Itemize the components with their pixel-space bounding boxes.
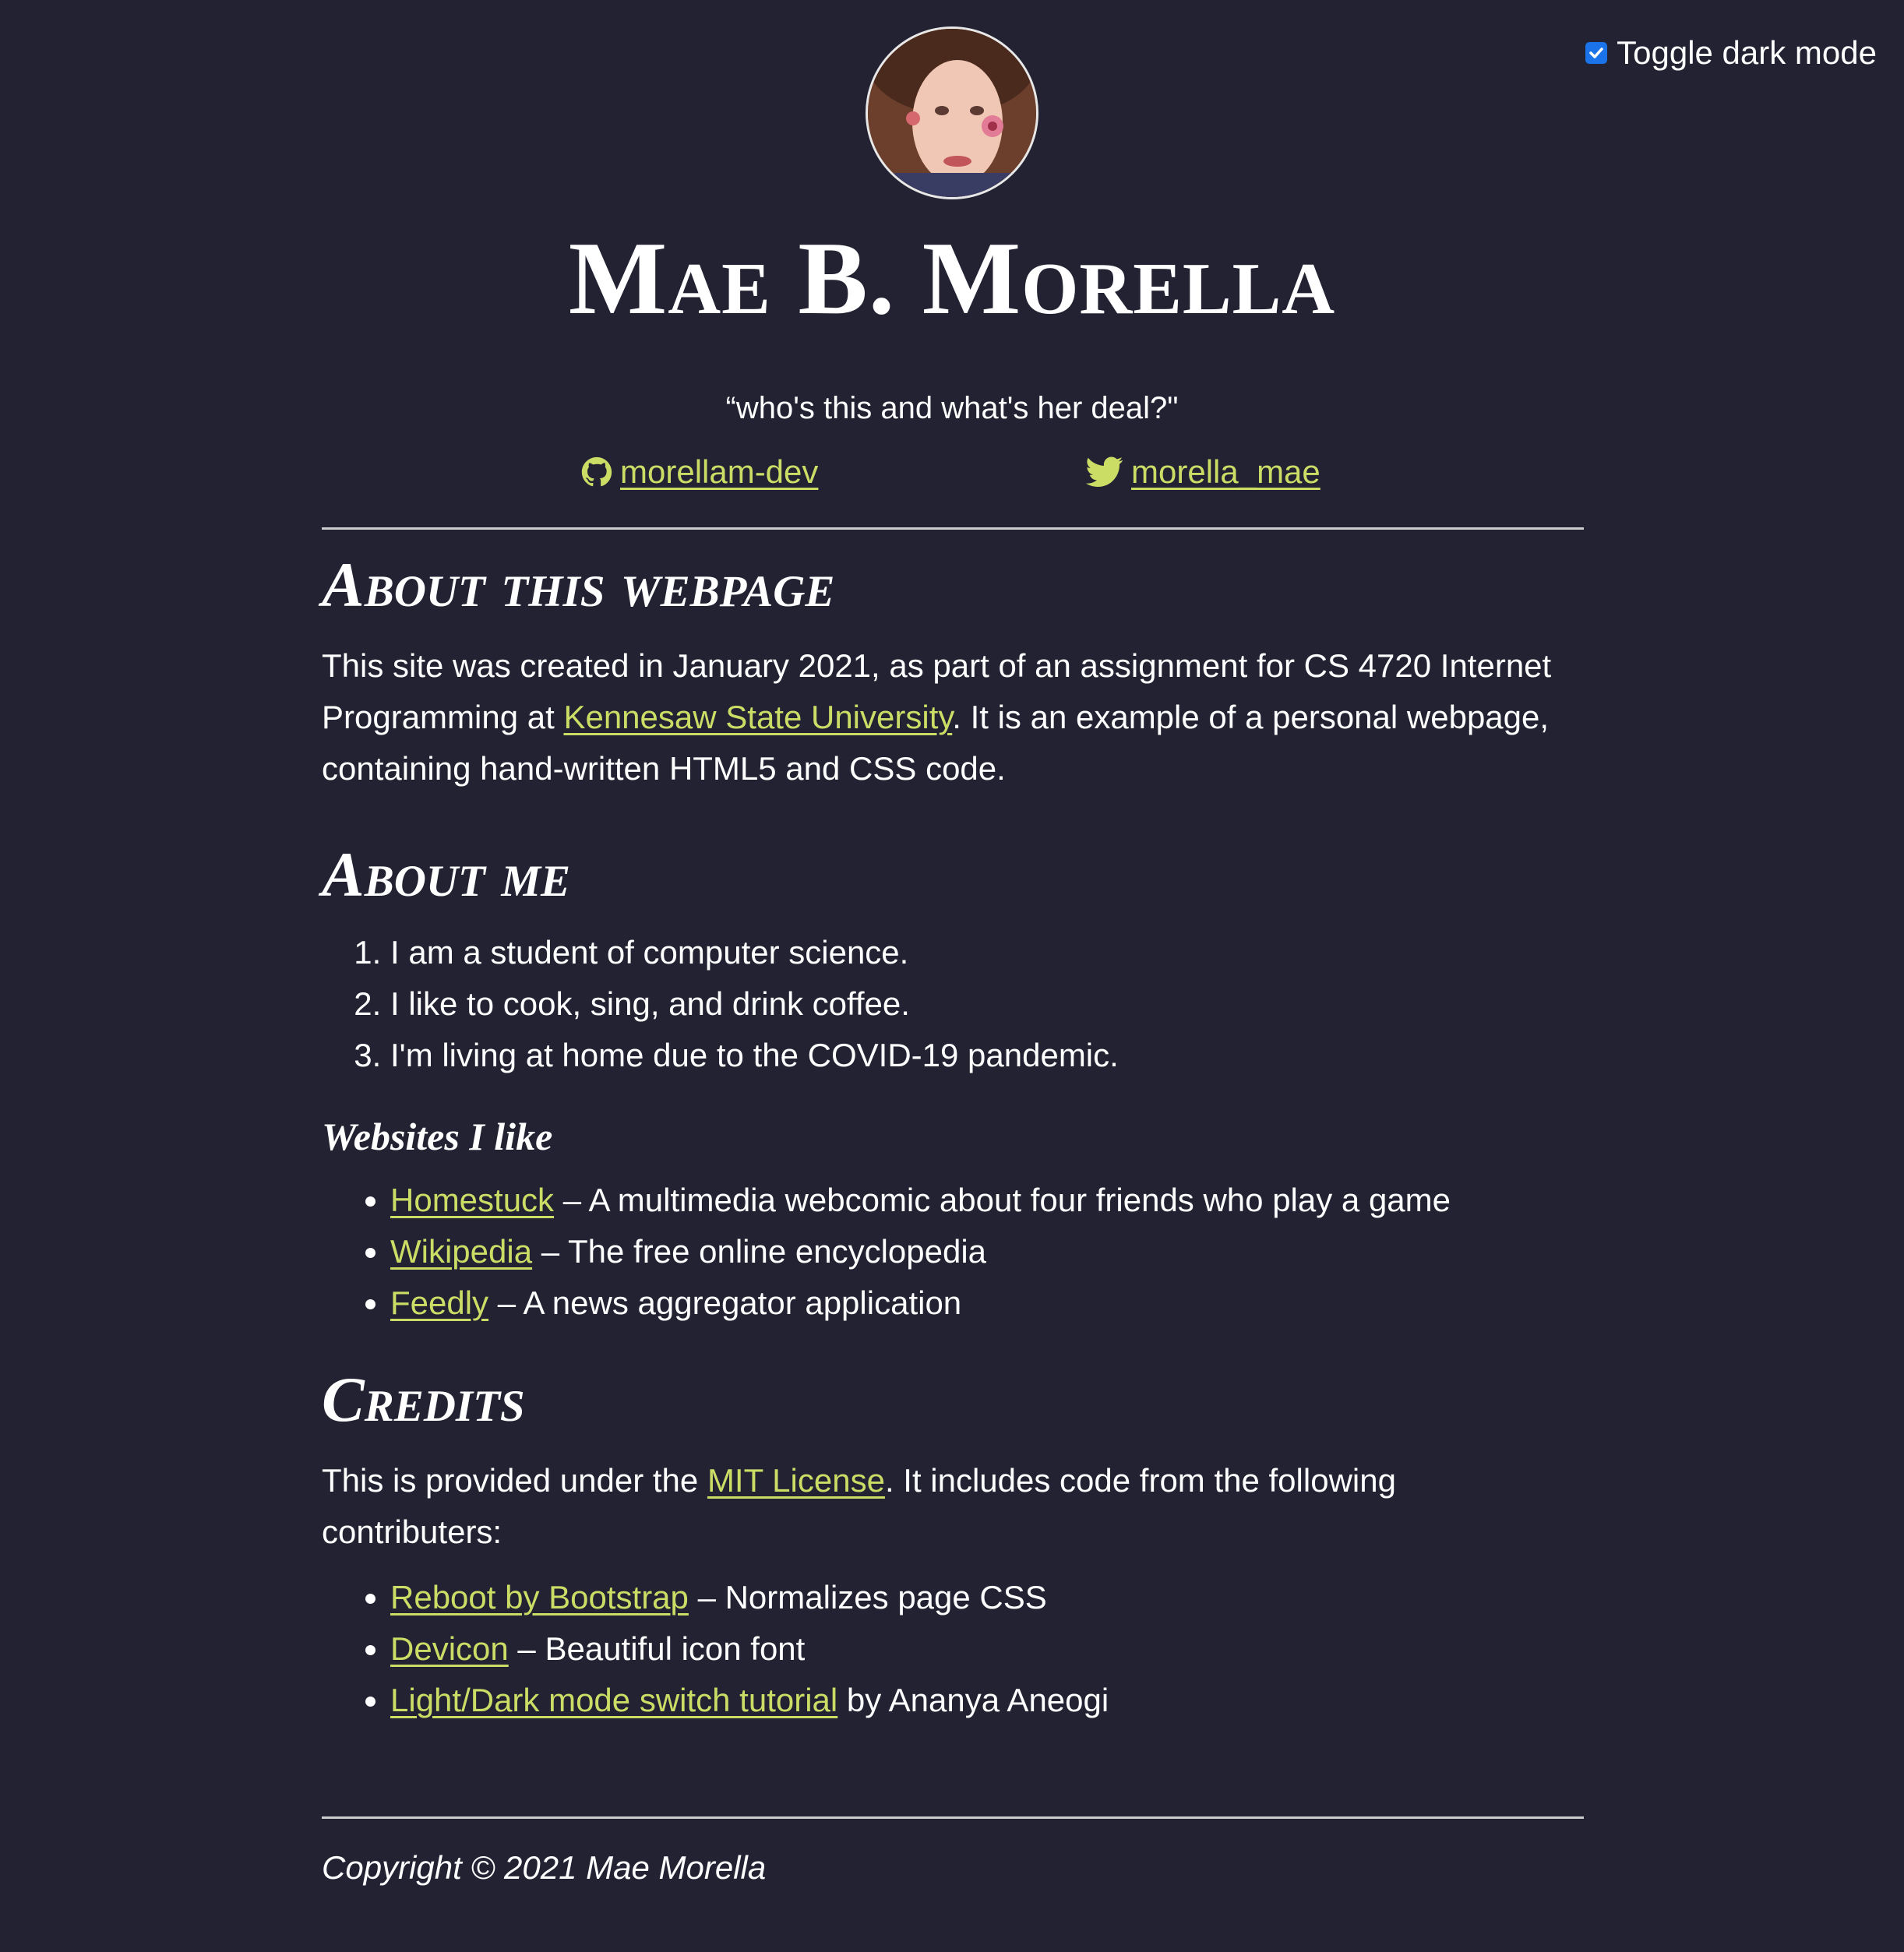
credits-text-1: This is provided under the xyxy=(322,1462,707,1499)
list-item: Homestuck – A multimedia webcomic about … xyxy=(390,1175,1584,1226)
tagline: “who's this and what's her deal?" xyxy=(725,391,1179,425)
wikipedia-link[interactable]: Wikipedia xyxy=(390,1233,532,1270)
avatar xyxy=(866,26,1038,199)
main-content: About this webpage This site was created… xyxy=(322,537,1584,1726)
social-links: morellam-dev morella_mae xyxy=(0,453,1904,500)
about-me-section: About me I am a student of computer scie… xyxy=(322,843,1584,1081)
portrait-image xyxy=(868,29,1036,197)
list-item: I like to cook, sing, and drink coffee. xyxy=(390,978,1584,1030)
list-item: I'm living at home due to the COVID-19 p… xyxy=(390,1030,1584,1081)
homestuck-link[interactable]: Homestuck xyxy=(390,1182,554,1218)
about-webpage-section: About this webpage This site was created… xyxy=(322,553,1584,795)
list-item: Devicon – Beautiful icon font xyxy=(390,1623,1584,1675)
github-icon xyxy=(581,456,612,487)
mit-license-link[interactable]: MIT License xyxy=(707,1462,885,1499)
reboot-link[interactable]: Reboot by Bootstrap xyxy=(390,1579,689,1616)
kennesaw-link[interactable]: Kennesaw State University xyxy=(563,699,952,735)
feedly-desc: – A news aggregator application xyxy=(488,1284,962,1321)
twitter-label: morella_mae xyxy=(1131,453,1320,490)
websites-heading: Websites I like xyxy=(322,1115,553,1158)
credits-text: This is provided under the MIT License. … xyxy=(322,1455,1584,1558)
credits-heading: Credits xyxy=(322,1364,525,1435)
feedly-link[interactable]: Feedly xyxy=(390,1284,488,1321)
homestuck-desc: – A multimedia webcomic about four frien… xyxy=(554,1182,1451,1218)
twitter-link[interactable]: morella_mae xyxy=(1086,453,1320,491)
page-header: Mae B. Morella “who's this and what's he… xyxy=(0,26,1904,426)
github-link[interactable]: morellam-dev xyxy=(581,453,818,491)
dark-mode-tutorial-link[interactable]: Light/Dark mode switch tutorial xyxy=(390,1682,837,1718)
copyright-text: Copyright © 2021 Mae Morella xyxy=(322,1849,767,1886)
list-item: I am a student of computer science. xyxy=(390,927,1584,978)
github-label: morellam-dev xyxy=(620,453,819,490)
list-item: Light/Dark mode switch tutorial by Anany… xyxy=(390,1675,1584,1726)
credits-list: Reboot by Bootstrap – Normalizes page CS… xyxy=(322,1572,1584,1726)
websites-section: Websites I like Homestuck – A multimedia… xyxy=(322,1117,1584,1329)
about-webpage-heading: About this webpage xyxy=(322,549,835,620)
list-item: Reboot by Bootstrap – Normalizes page CS… xyxy=(390,1572,1584,1623)
list-item: Wikipedia – The free online encyclopedia xyxy=(390,1226,1584,1277)
footer-divider xyxy=(322,1816,1584,1819)
twitter-icon xyxy=(1086,456,1123,487)
credits-section: Credits This is provided under the MIT L… xyxy=(322,1368,1584,1726)
dark-mode-tutorial-desc: by Ananya Aneogi xyxy=(837,1682,1109,1718)
websites-list: Homestuck – A multimedia webcomic about … xyxy=(322,1175,1584,1329)
devicon-link[interactable]: Devicon xyxy=(390,1630,509,1667)
header-divider xyxy=(322,527,1584,530)
about-me-heading: About me xyxy=(322,839,571,910)
wikipedia-desc: – The free online encyclopedia xyxy=(532,1233,987,1270)
page-title: Mae B. Morella xyxy=(568,220,1336,336)
reboot-desc: – Normalizes page CSS xyxy=(688,1579,1047,1616)
about-me-list: I am a student of computer science. I li… xyxy=(322,927,1584,1081)
devicon-desc: – Beautiful icon font xyxy=(508,1630,806,1667)
list-item: Feedly – A news aggregator application xyxy=(390,1277,1584,1329)
about-webpage-text: This site was created in January 2021, a… xyxy=(322,640,1584,795)
